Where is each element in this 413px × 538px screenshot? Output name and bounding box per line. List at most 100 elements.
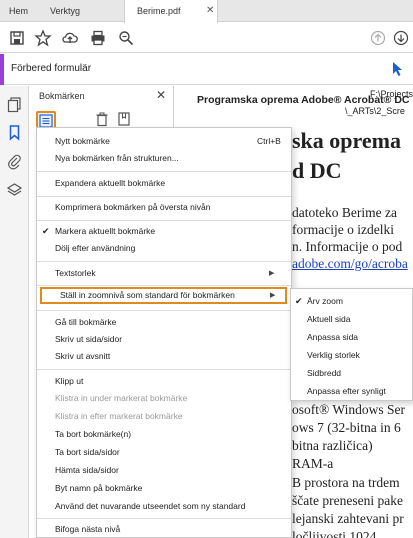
doc-line: osoft® Windows Ser <box>292 402 405 417</box>
menu-item-label: Ställ in zoomnivå som standard för bokmä… <box>60 290 235 300</box>
menu-separator <box>37 196 291 197</box>
menu-item-label: Byt namn på bokmärke <box>55 483 143 493</box>
shortcut-label: Ctrl+B <box>257 136 281 146</box>
doc-line: n. Informacije o pod <box>292 239 403 254</box>
doc-line: ločliivosti 1024 ... <box>292 529 390 538</box>
layers-icon[interactable] <box>6 182 23 199</box>
menu-item-label: Expandera aktuellt bokmärke <box>55 178 166 188</box>
menu-item-label: Klipp ut <box>55 376 84 386</box>
tab-home[interactable]: Hem <box>9 0 28 22</box>
doc-line: ows 7 (32-bitna in 6 <box>292 420 401 435</box>
star-icon[interactable] <box>34 29 52 47</box>
prepare-form-bar: Förbered formulär <box>0 54 413 85</box>
menu-item-hide-after-use[interactable]: Dölj efter användning <box>37 240 291 257</box>
close-panel-icon[interactable]: ✕ <box>156 88 166 102</box>
menu-separator <box>37 285 291 286</box>
pointer-cursor-icon <box>392 61 404 77</box>
doc-line: B prostora na trdem <box>292 475 400 490</box>
save-icon[interactable] <box>8 29 26 47</box>
menu-item-wrap-next[interactable]: Bifoga nästa nivå <box>37 521 291 538</box>
doc-line: lejanski zahtevani pr <box>292 511 404 526</box>
menu-item-label: Nytt bokmärke <box>55 136 110 146</box>
menu-item-go-to[interactable]: Gå till bokmärke <box>37 314 291 331</box>
doc-line: datoteko Berime za <box>292 205 397 220</box>
menu-separator <box>37 171 291 172</box>
down-arrow-icon[interactable] <box>392 29 410 47</box>
zoom-submenu: ✔ Ärv zoom Aktuell sida Anpassa sida Ver… <box>290 288 413 401</box>
cloud-upload-icon[interactable] <box>61 29 79 47</box>
menu-item-label: Klistra in under markerat bokmärke <box>55 393 188 403</box>
submenu-item-fit-page[interactable]: Anpassa sida <box>291 328 412 346</box>
checkmark-icon: ✔ <box>42 226 50 236</box>
submenu-item-fit-visible[interactable]: Anpassa efter synligt <box>291 382 412 400</box>
tab-document[interactable]: Berime.pdf ✕ <box>124 0 218 23</box>
doc-link[interactable]: adobe.com/go/acroba <box>292 256 408 272</box>
submenu-item-label: Anpassa sida <box>307 332 359 342</box>
menu-item-new-bookmark[interactable]: Nytt bokmärke Ctrl+B <box>37 133 291 150</box>
menu-item-label: Skriv ut avsnitt <box>55 351 111 361</box>
menu-item-text-size[interactable]: Textstorlek ▶ <box>37 265 291 282</box>
menu-item-label: Hämta sida/sidor <box>55 465 119 475</box>
bookmarks-options-menu: Nytt bokmärke Ctrl+B Nya bokmärken från … <box>36 127 292 538</box>
menu-item-label: Bifoga nästa nivå <box>55 524 121 534</box>
menu-separator <box>37 261 291 262</box>
attachment-icon[interactable] <box>6 153 23 170</box>
tool-title: Förbered formulär <box>11 63 92 74</box>
menu-item-label: Ta bort bokmärke(n) <box>55 429 132 439</box>
main-toolbar <box>0 23 413 53</box>
doc-title-line-2: d DC <box>292 158 342 183</box>
menu-item-highlight-current[interactable]: ✔ Markera aktuellt bokmärke <box>37 223 291 240</box>
menu-item-label: Använd det nuvarande utseendet som ny st… <box>55 501 246 511</box>
bookmark-icon[interactable] <box>6 124 23 141</box>
page-thumbnails-icon[interactable] <box>6 96 23 113</box>
menu-item-cut[interactable]: Klipp ut <box>37 373 291 390</box>
doc-line: bitna različica) <box>292 438 373 453</box>
menu-item-print-pages[interactable]: Skriv ut sida/sidor <box>37 331 291 348</box>
menu-item-label: Nya bokmärken från strukturen... <box>55 153 179 163</box>
navigation-rail <box>0 86 29 538</box>
menu-separator <box>37 369 291 370</box>
print-icon[interactable] <box>89 29 107 47</box>
menu-item-label: Gå till bokmärke <box>55 317 117 327</box>
menu-item-print-section[interactable]: Skriv ut avsnitt <box>37 348 291 365</box>
menu-item-paste-under: Klistra in under markerat bokmärke <box>37 390 291 407</box>
up-arrow-icon[interactable] <box>369 29 387 47</box>
doc-path-line-1: F:\Projects\Ado <box>370 89 413 99</box>
doc-path-line-2: \_ARTs\2_Scre <box>345 106 405 116</box>
submenu-item-label: Sidbredd <box>307 368 342 378</box>
tab-document-label: Berime.pdf <box>137 6 181 16</box>
menu-separator <box>37 310 291 311</box>
menu-item-extract-pages[interactable]: Hämta sida/sidor <box>37 462 291 479</box>
doc-line: ščate preneseni pake <box>292 493 403 508</box>
doc-line: formacije o izdelki <box>292 222 394 237</box>
menu-separator <box>37 220 291 221</box>
menu-item-rename[interactable]: Byt namn på bokmärke <box>37 480 291 497</box>
menu-item-set-zoom-default[interactable]: Ställ in zoomnivå som standard för bokmä… <box>40 287 287 304</box>
submenu-item-actual-page[interactable]: Aktuell sida <box>291 310 412 328</box>
tool-accent-stripe <box>0 54 4 85</box>
submenu-item-label: Aktuell sida <box>307 314 351 324</box>
menu-item-label: Ta bort sida/sidor <box>55 447 120 457</box>
menu-item-new-from-structure[interactable]: Nya bokmärken från strukturen... <box>37 150 291 167</box>
menu-item-collapse-top[interactable]: Komprimera bokmärken på översta nivån <box>37 199 291 216</box>
menu-item-expand-current[interactable]: Expandera aktuellt bokmärke <box>37 175 291 192</box>
menu-item-delete[interactable]: Ta bort bokmärke(n) <box>37 426 291 443</box>
submenu-arrow-icon: ▶ <box>270 292 276 299</box>
menu-item-label: Klistra in efter markerat bokmärke <box>55 411 183 421</box>
submenu-item-label: Anpassa efter synligt <box>307 386 386 396</box>
panel-title: Bokmärken <box>39 91 85 101</box>
menu-item-delete-pages[interactable]: Ta bort sida/sidor <box>37 444 291 461</box>
submenu-item-fit-width[interactable]: Sidbredd <box>291 364 412 382</box>
submenu-item-actual-size[interactable]: Verklig storlek <box>291 346 412 364</box>
menu-item-label: Textstorlek <box>55 268 96 278</box>
menu-item-use-as-default[interactable]: Använd det nuvarande utseendet som ny st… <box>37 498 291 515</box>
menu-item-label: Skriv ut sida/sidor <box>55 334 123 344</box>
tab-tools[interactable]: Verktyg <box>50 0 80 22</box>
menu-item-label: Dölj efter användning <box>55 243 136 253</box>
close-tab-icon[interactable]: ✕ <box>206 0 214 22</box>
submenu-arrow-icon: ▶ <box>269 270 275 277</box>
submenu-item-inherit-zoom[interactable]: ✔ Ärv zoom <box>291 292 412 310</box>
zoom-search-icon[interactable] <box>117 29 135 47</box>
submenu-item-label: Ärv zoom <box>307 296 343 306</box>
tab-bar: Hem Verktyg Berime.pdf ✕ <box>0 0 413 23</box>
